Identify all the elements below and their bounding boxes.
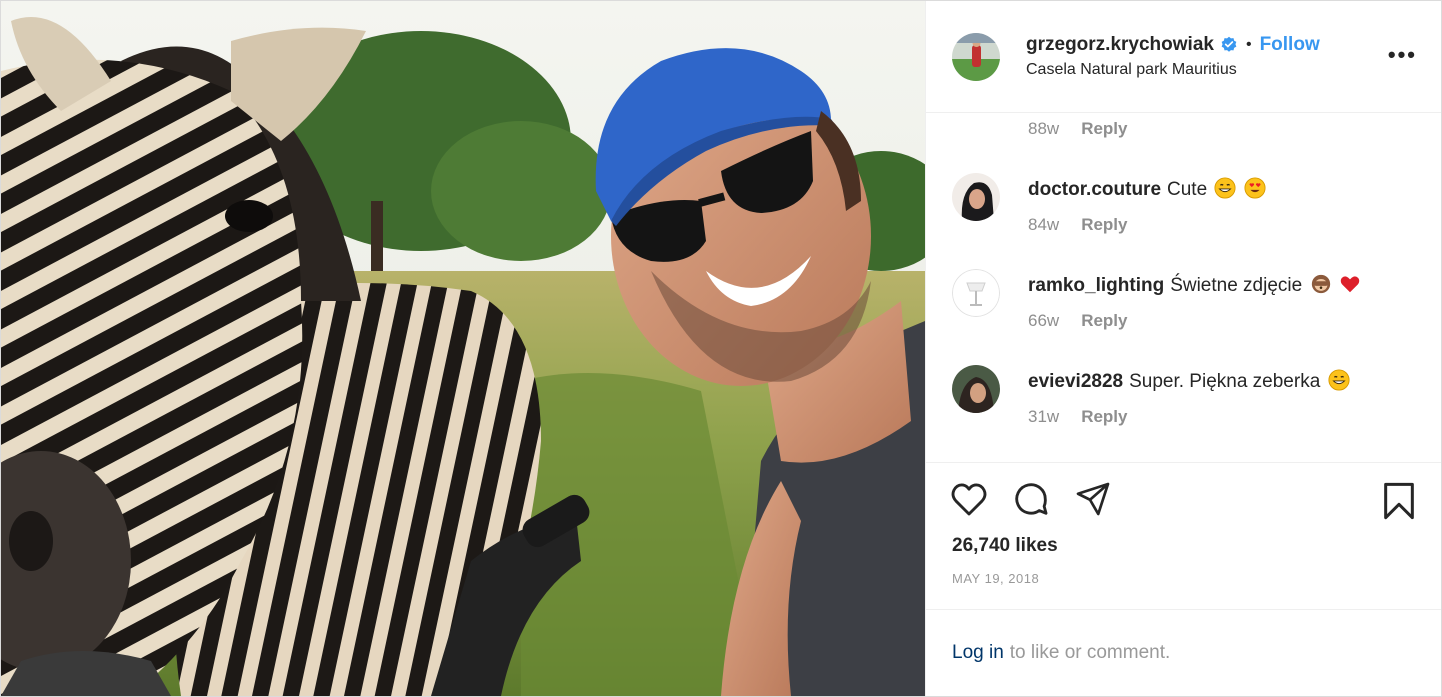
post-actions-section: 26,740 likes MAY 19, 2018	[926, 463, 1441, 610]
grin-emoji-icon	[1328, 369, 1350, 391]
instagram-post: grzegorz.krychowiak • Follow Casela Natu…	[0, 0, 1442, 697]
comment-age: 88w	[1028, 119, 1060, 138]
follow-button[interactable]: Follow	[1260, 34, 1320, 56]
comment-icon[interactable]	[1012, 480, 1050, 518]
commenter-avatar[interactable]	[952, 365, 1000, 413]
post-side-panel: grzegorz.krychowiak • Follow Casela Natu…	[925, 1, 1441, 696]
comment-username[interactable]: ramko_lighting	[1028, 275, 1164, 296]
comment-item: ramko_lighting Świetne zdjęcie	[952, 269, 1415, 317]
comment-username[interactable]: evievi2828	[1028, 371, 1123, 392]
heart-icon[interactable]	[950, 481, 988, 517]
monkey-emoji-icon	[1311, 274, 1330, 294]
comment-meta-partial: 88w Reply	[1028, 119, 1415, 139]
comments-list[interactable]: 88w Reply doctor.couture Cute 84w Reply …	[926, 113, 1441, 463]
login-link[interactable]: Log in	[952, 642, 1004, 664]
author-username[interactable]: grzegorz.krychowiak	[1026, 34, 1214, 56]
author-avatar[interactable]	[952, 32, 1000, 81]
commenter-avatar[interactable]	[952, 269, 1000, 317]
comment-item: doctor.couture Cute	[952, 173, 1415, 221]
comment-username[interactable]: doctor.couture	[1028, 179, 1161, 200]
comment-body: ramko_lighting Świetne zdjęcie	[1028, 269, 1361, 317]
bookmark-icon[interactable]	[1381, 481, 1417, 521]
reply-button[interactable]: Reply	[1081, 119, 1127, 139]
heart-eyes-emoji-icon	[1244, 177, 1266, 199]
comment-body: evievi2828 Super. Piękna zeberka	[1028, 365, 1350, 413]
likes-count[interactable]: 26,740 likes	[952, 535, 1058, 557]
separator-dot: •	[1245, 36, 1252, 53]
grin-emoji-icon	[1214, 177, 1236, 199]
login-prompt: Log in to like or comment.	[926, 610, 1441, 696]
comment-item: evievi2828 Super. Piękna zeberka	[952, 365, 1415, 413]
login-suffix: to like or comment.	[1009, 642, 1171, 663]
comment-text: Super. Piękna zeberka	[1129, 371, 1321, 392]
commenter-avatar[interactable]	[952, 173, 1000, 221]
comment-text: Cute	[1167, 179, 1208, 200]
share-icon[interactable]	[1074, 481, 1112, 517]
post-date[interactable]: MAY 19, 2018	[952, 571, 1039, 586]
more-options-icon[interactable]: •••	[1388, 44, 1417, 66]
header-text: grzegorz.krychowiak • Follow Casela Natu…	[1026, 34, 1320, 79]
red-heart-emoji-icon	[1340, 276, 1360, 293]
zebra-selfie-image	[1, 1, 925, 696]
verified-badge-icon	[1221, 36, 1237, 52]
post-header: grzegorz.krychowiak • Follow Casela Natu…	[926, 1, 1441, 113]
comment-text: Świetne zdjęcie	[1170, 275, 1303, 296]
post-location[interactable]: Casela Natural park Mauritius	[1026, 61, 1320, 79]
comment-body: doctor.couture Cute	[1028, 173, 1266, 221]
post-photo[interactable]	[1, 1, 925, 696]
header-top-row: grzegorz.krychowiak • Follow	[1026, 34, 1320, 56]
